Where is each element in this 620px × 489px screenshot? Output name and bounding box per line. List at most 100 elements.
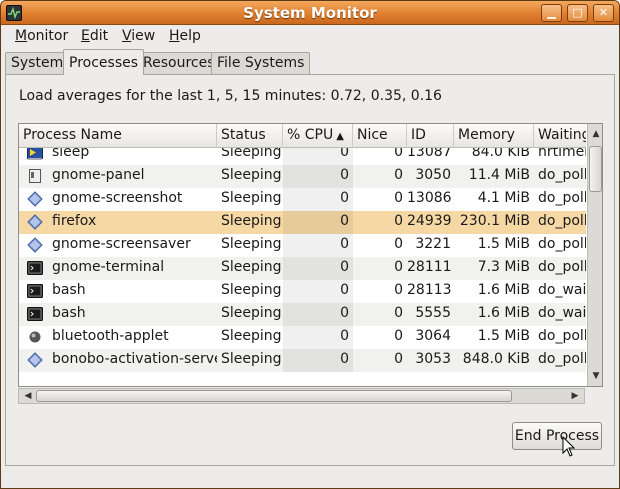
process-table: Process Name Status % CPU ▲ Nice ID Memor… bbox=[18, 123, 603, 387]
cell-nice: 0 bbox=[394, 328, 403, 344]
cell-cpu: 0 bbox=[340, 190, 349, 206]
menu-view-label: iew bbox=[131, 28, 156, 44]
cell-status: Sleeping bbox=[221, 190, 281, 206]
horizontal-scrollbar[interactable]: ◀ ▶ bbox=[18, 388, 585, 404]
column-nice[interactable]: Nice bbox=[353, 124, 407, 148]
table-row[interactable]: gnome-screenshot Sleeping 0 0 13086 4.1 MiB do… bbox=[19, 188, 586, 211]
menu-monitor-mnemonic: M bbox=[15, 28, 28, 44]
vertical-scrollbar[interactable]: ▲ ▼ bbox=[587, 124, 602, 386]
column-status-label: Status bbox=[221, 127, 266, 143]
cell-memory: 7.3 MiB bbox=[477, 259, 530, 275]
minimize-icon: ▁ bbox=[547, 6, 556, 19]
sort-ascending-icon: ▲ bbox=[336, 131, 344, 142]
terminal-app-icon bbox=[27, 148, 43, 161]
cell-cpu: 0 bbox=[340, 167, 349, 183]
horizontal-scroll-thumb[interactable] bbox=[36, 390, 512, 402]
cell-name: firefox bbox=[52, 213, 97, 229]
minimize-button[interactable]: ▁ bbox=[541, 4, 562, 22]
cell-name: sleep bbox=[52, 148, 90, 160]
column-memory[interactable]: Memory bbox=[454, 124, 534, 148]
table-row[interactable]: gnome-screensaver Sleeping 0 0 3221 1.5 MiB do… bbox=[19, 234, 586, 257]
tab-resources[interactable]: Resources bbox=[137, 52, 221, 74]
tab-file-systems[interactable]: File Systems bbox=[211, 52, 311, 74]
table-row[interactable]: bashSleeping00281131.6 MiBdo_wait bbox=[19, 280, 586, 303]
menu-edit-mnemonic: E bbox=[81, 28, 90, 44]
cell-name: bonobo-activation-server bbox=[52, 351, 217, 367]
tab-system[interactable]: System bbox=[5, 52, 70, 74]
cell-memory: 848.0 KiB bbox=[462, 351, 530, 367]
column-waiting-label: Waiting bbox=[538, 127, 586, 143]
title-bar[interactable]: System Monitor ▁ □ ✕ bbox=[1, 1, 619, 25]
cell-waiting: do_wait bbox=[538, 305, 586, 321]
cell-waiting: do_poll bbox=[538, 167, 586, 183]
menu-monitor[interactable]: Monitor bbox=[15, 28, 68, 44]
cell-waiting: do_poll bbox=[538, 190, 586, 206]
panel-icon bbox=[27, 168, 43, 184]
close-button[interactable]: ✕ bbox=[593, 4, 614, 22]
cell-nice: 0 bbox=[394, 305, 403, 321]
cell-id: 5555 bbox=[415, 305, 451, 321]
menu-help-label: elp bbox=[179, 28, 201, 44]
scroll-right-icon[interactable]: ▶ bbox=[567, 389, 583, 403]
menu-help-mnemonic: H bbox=[169, 28, 180, 44]
cell-status: Sleeping bbox=[221, 236, 281, 252]
cell-memory: 230.1 MiB bbox=[459, 213, 530, 229]
table-row[interactable]: firefox Sleeping 0 0 24939 230.1 MiB do_poll bbox=[19, 211, 586, 234]
menu-view[interactable]: View bbox=[122, 28, 155, 44]
cell-nice: 0 bbox=[394, 213, 403, 229]
terminal-icon bbox=[27, 260, 43, 276]
table-row[interactable]: gnome-terminal Sleeping 0 0 28111 7.3 MiB do_p… bbox=[19, 257, 586, 280]
cell-nice: 0 bbox=[394, 259, 403, 275]
tab-processes[interactable]: Processes bbox=[63, 49, 145, 75]
cell-id: 28111 bbox=[407, 259, 451, 275]
menu-monitor-label: onitor bbox=[27, 28, 69, 44]
table-row[interactable]: gnome-panel Sleeping 0 0 3050 11.4 MiB do_poll bbox=[19, 165, 586, 188]
cell-nice: 0 bbox=[394, 190, 403, 206]
cell-nice: 0 bbox=[394, 351, 403, 367]
cell-memory: 1.6 MiB bbox=[477, 282, 530, 298]
cell-memory: 4.1 MiB bbox=[477, 190, 530, 206]
cell-name: gnome-panel bbox=[52, 167, 145, 183]
column-waiting[interactable]: Waiting bbox=[534, 124, 586, 148]
menu-help[interactable]: Help bbox=[169, 28, 201, 44]
cell-cpu: 0 bbox=[340, 328, 349, 344]
scroll-left-icon[interactable]: ◀ bbox=[20, 389, 36, 403]
cell-status: Sleeping bbox=[221, 167, 281, 183]
table-row[interactable]: sleep Sleeping 0 0 13087 84.0 KiB hrtimer bbox=[19, 148, 586, 165]
column-id[interactable]: ID bbox=[407, 124, 454, 148]
menu-view-mnemonic: V bbox=[122, 28, 132, 44]
column-process-name[interactable]: Process Name bbox=[19, 124, 217, 148]
diamond-icon bbox=[27, 352, 43, 368]
table-row[interactable]: bash Sleeping 0 0 5555 1.6 MiB do_wait bbox=[19, 303, 586, 326]
table-row[interactable]: bluetooth-applet Sleeping 0 0 3064 1.5 MiB do_… bbox=[19, 326, 586, 349]
cell-nice: 0 bbox=[394, 148, 403, 160]
cell-id: 3050 bbox=[415, 167, 451, 183]
vertical-scroll-thumb[interactable] bbox=[589, 146, 602, 192]
cell-cpu: 0 bbox=[340, 305, 349, 321]
cell-memory: 1.5 MiB bbox=[477, 236, 530, 252]
diamond-icon bbox=[27, 191, 43, 207]
load-averages-label: Load averages for the last 1, 5, 15 minu… bbox=[19, 88, 442, 104]
terminal-icon bbox=[27, 306, 43, 322]
scroll-down-icon[interactable]: ▼ bbox=[588, 368, 602, 384]
table-body: sleep Sleeping 0 0 13087 84.0 KiB hrtimer gnome… bbox=[19, 148, 586, 386]
cell-status: Sleeping bbox=[221, 148, 281, 160]
maximize-button[interactable]: □ bbox=[567, 4, 588, 22]
column-cpu[interactable]: % CPU ▲ bbox=[283, 124, 353, 148]
table-row[interactable]: bonobo-activation-server Sleeping 0 0 3053 84… bbox=[19, 349, 586, 372]
end-process-button[interactable]: End Process bbox=[512, 422, 602, 450]
cell-id: 28113 bbox=[407, 282, 451, 298]
column-nice-label: Nice bbox=[357, 127, 388, 143]
menu-edit[interactable]: Edit bbox=[81, 28, 108, 44]
cell-name: bash bbox=[52, 282, 86, 298]
scroll-up-icon[interactable]: ▲ bbox=[588, 126, 602, 142]
terminal-icon bbox=[27, 283, 43, 299]
table-header: Process Name Status % CPU ▲ Nice ID Memor… bbox=[19, 124, 586, 148]
cell-status: Sleeping bbox=[221, 213, 281, 229]
cell-cpu: 0 bbox=[340, 282, 349, 298]
cell-waiting: do_poll bbox=[538, 236, 586, 252]
cell-cpu: 0 bbox=[340, 236, 349, 252]
cell-status: Sleeping bbox=[221, 328, 281, 344]
column-status[interactable]: Status bbox=[217, 124, 283, 148]
cell-memory: 11.4 MiB bbox=[468, 167, 530, 183]
